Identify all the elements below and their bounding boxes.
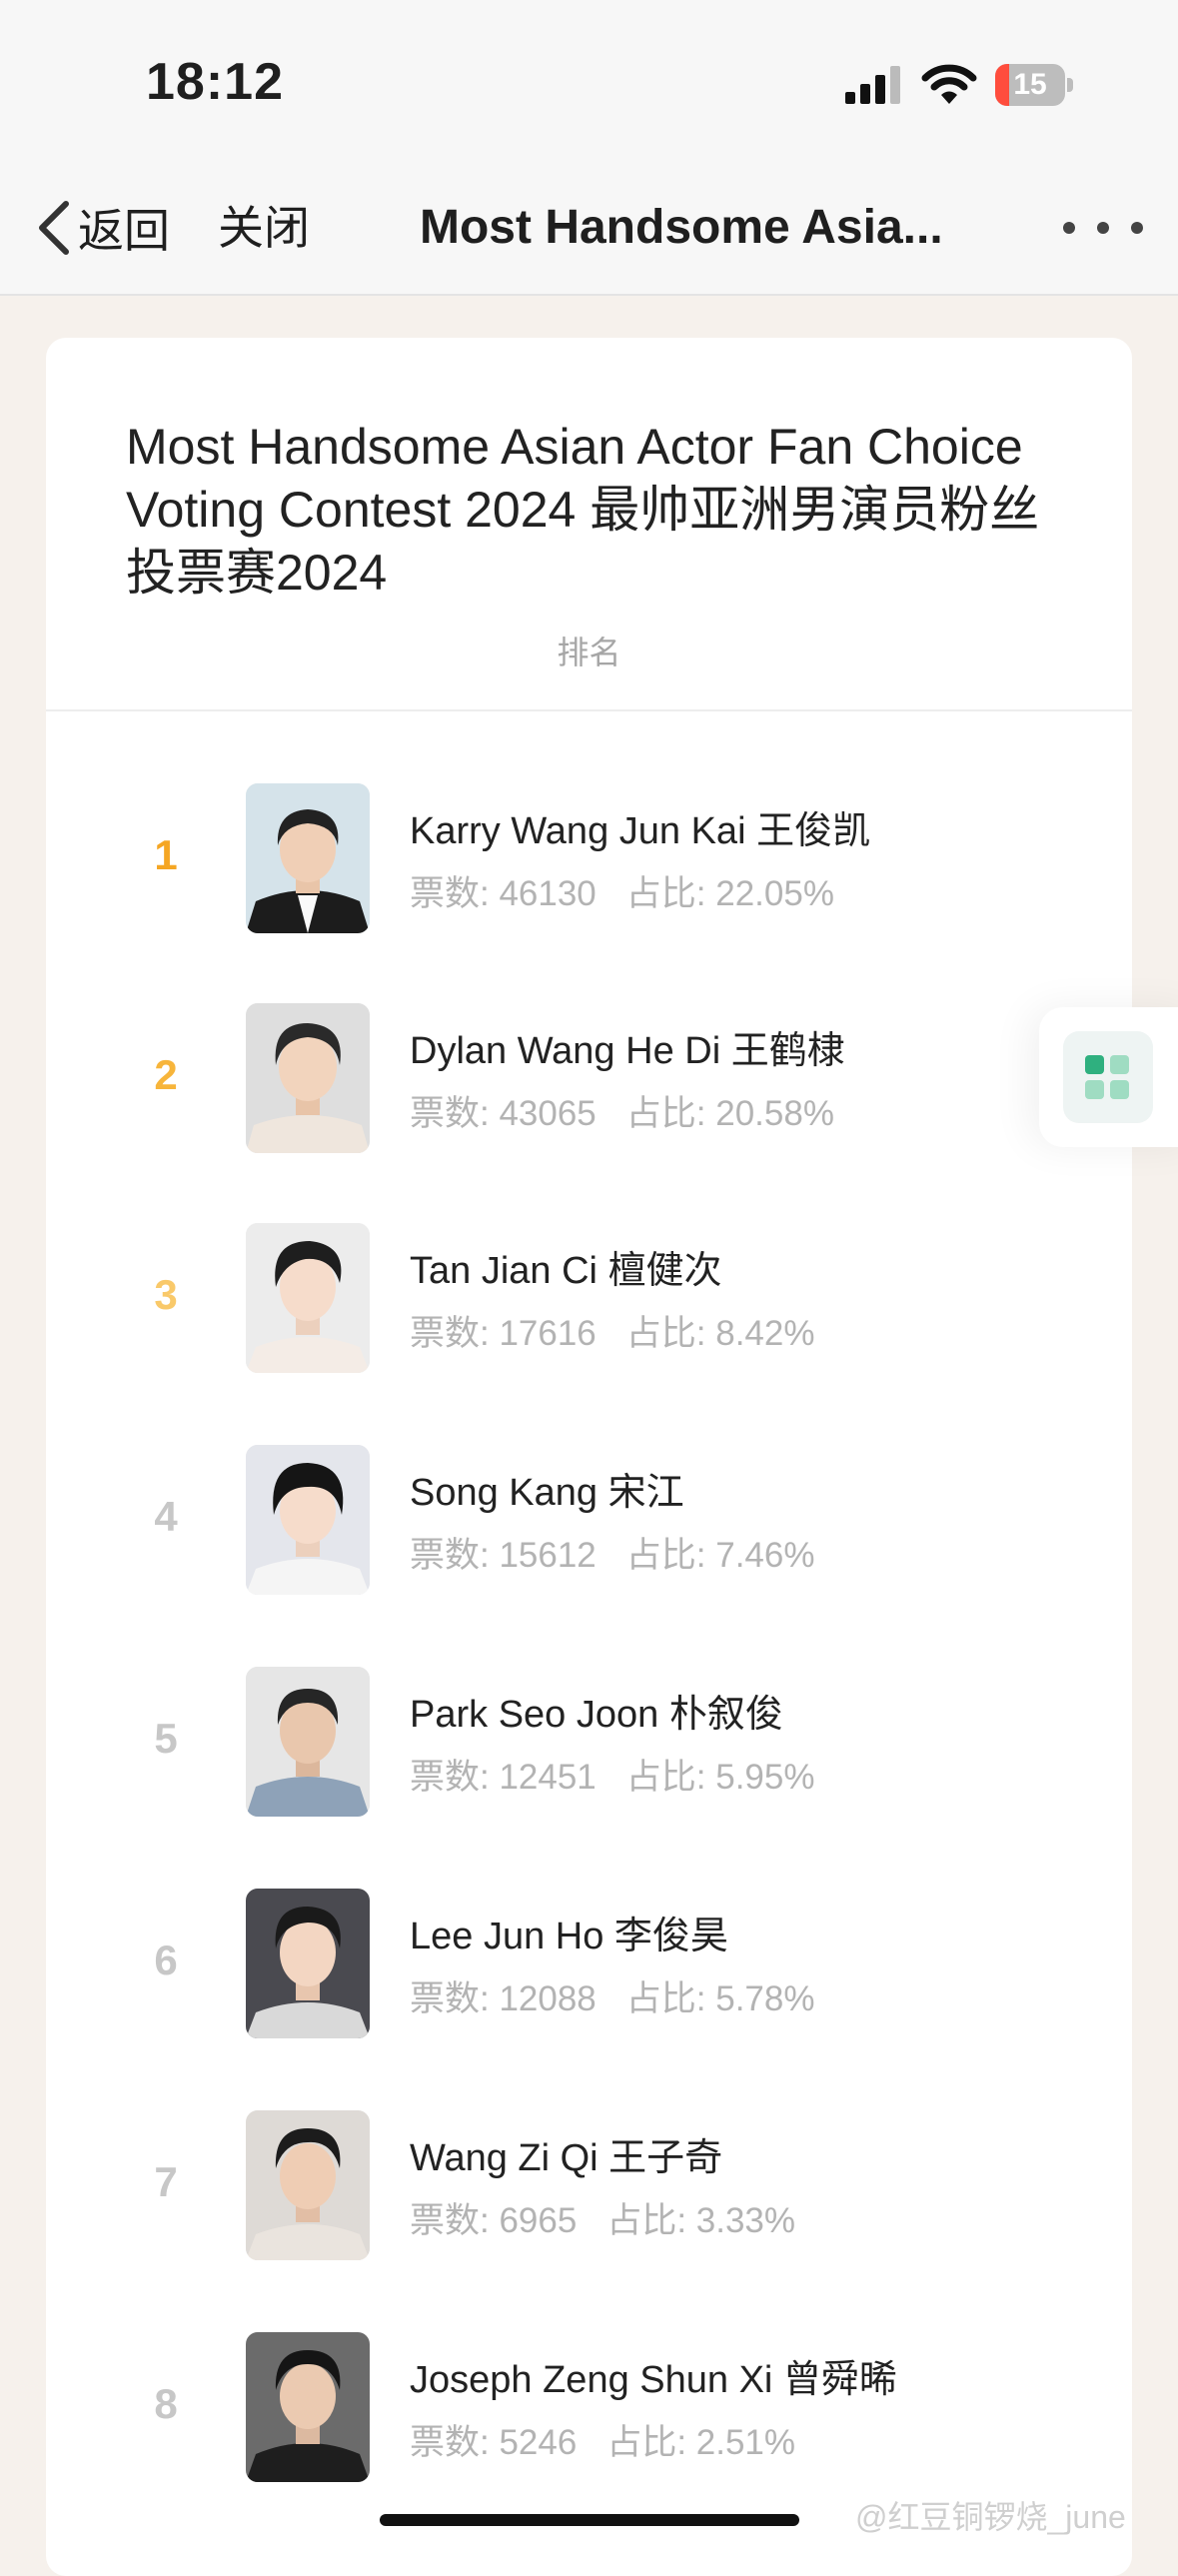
actor-name: Karry Wang Jun Kai 王俊凯 xyxy=(410,810,871,852)
vote-count: 票数: 43065 xyxy=(410,1094,596,1133)
battery-level: 15 xyxy=(1013,68,1047,101)
close-button[interactable]: 关闭 xyxy=(218,198,310,258)
vote-ratio: 占比: 20.58% xyxy=(625,1094,834,1133)
rank-number: 1 xyxy=(154,831,178,878)
vote-ratio: 占比: 8.42% xyxy=(625,1314,815,1353)
vote-ratio: 占比: 5.95% xyxy=(625,1758,815,1797)
vote-ratio: 占比: 2.51% xyxy=(606,2423,796,2462)
back-button[interactable]: 返回 xyxy=(36,198,170,258)
nav-bar: 返回 关闭 Most Handsome Asia... xyxy=(0,160,1178,296)
vote-count: 票数: 12451 xyxy=(410,1758,596,1797)
back-label: 返回 xyxy=(78,205,170,257)
vote-count: 票数: 5246 xyxy=(410,2423,578,2462)
avatar xyxy=(246,1889,370,2038)
grid-icon xyxy=(1085,1055,1129,1099)
rank-number: 5 xyxy=(154,1715,178,1762)
actor-name: Dylan Wang He Di 王鹤棣 xyxy=(410,1030,845,1072)
ranking-row[interactable]: 8 Joseph Zeng Shun Xi 曾舜晞 票数: 5246 占比: 2.… xyxy=(46,2332,1132,2492)
vote-count: 票数: 17616 xyxy=(410,1314,596,1353)
avatar xyxy=(246,783,370,933)
floating-grid-button[interactable] xyxy=(1039,1007,1178,1147)
home-indicator[interactable] xyxy=(380,2514,799,2526)
avatar xyxy=(246,1003,370,1153)
rank-number: 7 xyxy=(154,2158,178,2205)
more-dot-icon xyxy=(1131,222,1143,234)
wifi-icon xyxy=(921,64,977,104)
actor-name: Lee Jun Ho 李俊昊 xyxy=(410,1916,728,1957)
rank-number: 4 xyxy=(154,1493,178,1540)
rank-number: 8 xyxy=(154,2380,178,2427)
actor-name: Song Kang 宋江 xyxy=(410,1472,684,1514)
vote-ratio: 占比: 7.46% xyxy=(625,1536,815,1575)
actor-name: Joseph Zeng Shun Xi 曾舜晞 xyxy=(410,2359,897,2401)
ranking-row[interactable]: 5 Park Seo Joon 朴叙俊 票数: 12451 占比: 5.95% xyxy=(46,1667,1132,1827)
avatar xyxy=(246,2332,370,2482)
ranking-row[interactable]: 7 Wang Zi Qi 王子奇 票数: 6965 占比: 3.33% xyxy=(46,2110,1132,2270)
rank-number: 2 xyxy=(154,1051,178,1098)
ranking-row[interactable]: 3 Tan Jian Ci 檀健次 票数: 17616 占比: 8.42% xyxy=(46,1223,1132,1383)
more-dot-icon xyxy=(1097,222,1109,234)
actor-name: Tan Jian Ci 檀健次 xyxy=(410,1250,722,1292)
ranking-row[interactable]: 1 Karry Wang Jun Kai 王俊凯 票数: 46130 占比: 22… xyxy=(46,783,1132,943)
contest-title: Most Handsome Asian Actor Fan Choice Vot… xyxy=(126,419,1040,601)
more-options-button[interactable] xyxy=(1063,218,1143,238)
vote-stats: 票数: 5246 占比: 2.51% xyxy=(410,2414,795,2465)
vote-ratio: 占比: 22.05% xyxy=(625,874,834,913)
vote-count: 票数: 46130 xyxy=(410,874,596,913)
vote-ratio: 占比: 5.78% xyxy=(625,1979,815,2018)
status-bar: 18:12 15 xyxy=(0,0,1178,160)
vote-stats: 票数: 46130 占比: 22.05% xyxy=(410,865,834,916)
grid-button-bg xyxy=(1063,1031,1153,1123)
vote-stats: 票数: 12451 占比: 5.95% xyxy=(410,1749,814,1800)
avatar xyxy=(246,1223,370,1373)
battery-icon: 15 xyxy=(995,64,1073,108)
avatar xyxy=(246,2110,370,2260)
vote-stats: 票数: 43065 占比: 20.58% xyxy=(410,1085,834,1136)
vote-stats: 票数: 6965 占比: 3.33% xyxy=(410,2192,795,2243)
chevron-left-icon xyxy=(39,201,69,255)
vote-stats: 票数: 15612 占比: 7.46% xyxy=(410,1527,814,1578)
page-title: Most Handsome Asia... xyxy=(420,201,943,254)
status-time: 18:12 xyxy=(146,53,284,111)
ranking-row[interactable]: 4 Song Kang 宋江 票数: 15612 占比: 7.46% xyxy=(46,1445,1132,1605)
avatar xyxy=(246,1445,370,1595)
actor-name: Wang Zi Qi 王子奇 xyxy=(410,2137,723,2179)
vote-count: 票数: 15612 xyxy=(410,1536,596,1575)
rank-number: 3 xyxy=(154,1271,178,1318)
contest-header: Most Handsome Asian Actor Fan Choice Vot… xyxy=(46,338,1132,711)
vote-stats: 票数: 17616 占比: 8.42% xyxy=(410,1305,814,1356)
ranking-row[interactable]: 6 Lee Jun Ho 李俊昊 票数: 12088 占比: 5.78% xyxy=(46,1889,1132,2048)
avatar xyxy=(246,1667,370,1817)
cellular-signal-icon xyxy=(845,66,900,104)
ranking-card: Most Handsome Asian Actor Fan Choice Vot… xyxy=(46,338,1132,2576)
ranking-row[interactable]: 2 Dylan Wang He Di 王鹤棣 票数: 43065 占比: 20.5… xyxy=(46,1003,1132,1163)
vote-count: 票数: 12088 xyxy=(410,1979,596,2018)
ranking-subtitle: 排名 xyxy=(557,635,621,670)
more-dot-icon xyxy=(1063,222,1075,234)
watermark: @红豆铜锣烧_june xyxy=(855,2499,1126,2535)
rank-number: 6 xyxy=(154,1936,178,1983)
actor-name: Park Seo Joon 朴叙俊 xyxy=(410,1694,783,1736)
vote-count: 票数: 6965 xyxy=(410,2201,578,2240)
vote-stats: 票数: 12088 占比: 5.78% xyxy=(410,1970,814,2021)
vote-ratio: 占比: 3.33% xyxy=(606,2201,796,2240)
